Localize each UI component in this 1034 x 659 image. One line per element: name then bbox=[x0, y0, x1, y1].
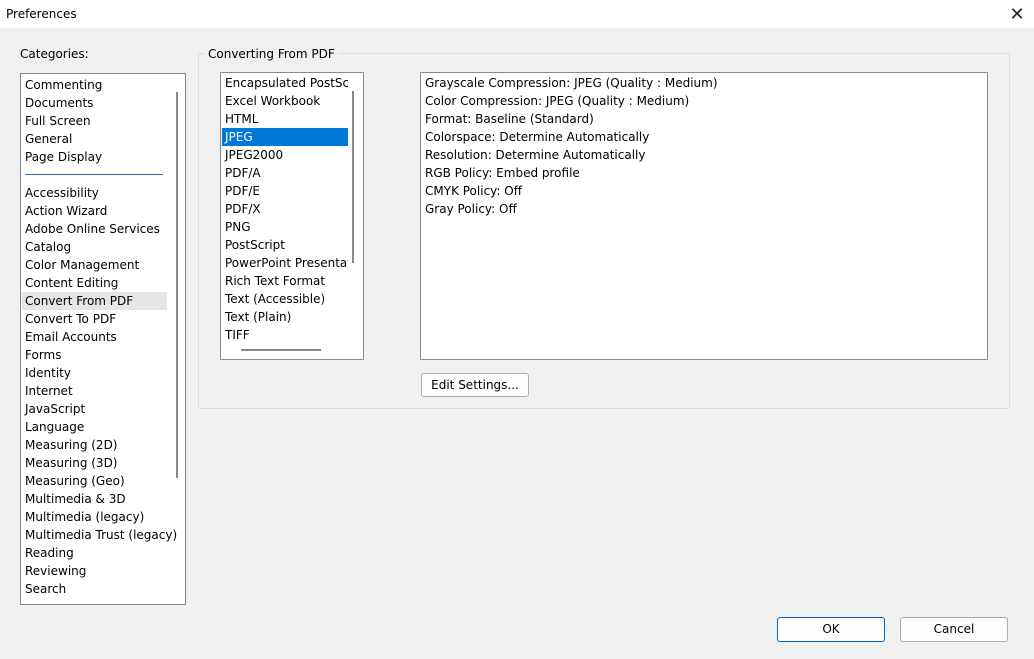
format-item[interactable]: Excel Workbook bbox=[222, 92, 348, 110]
category-item[interactable]: Email Accounts bbox=[25, 328, 117, 346]
format-item[interactable]: JPEG bbox=[222, 128, 348, 146]
category-item[interactable]: Convert From PDF bbox=[22, 292, 167, 310]
category-item[interactable]: Commenting bbox=[25, 76, 102, 94]
group-title: Converting From PDF bbox=[205, 47, 338, 61]
title-bar: Preferences ✕ bbox=[0, 0, 1034, 28]
setting-line: Color Compression: JPEG (Quality : Mediu… bbox=[425, 94, 690, 108]
category-item[interactable]: Multimedia Trust (legacy) bbox=[25, 526, 177, 544]
setting-line: Gray Policy: Off bbox=[425, 202, 517, 216]
categories-scrollbar[interactable] bbox=[176, 92, 178, 478]
format-item[interactable]: Encapsulated PostScript bbox=[222, 74, 348, 92]
format-item[interactable]: JPEG2000 bbox=[222, 146, 348, 164]
format-item[interactable]: Text (Accessible) bbox=[222, 290, 348, 308]
category-item[interactable]: Measuring (Geo) bbox=[25, 472, 125, 490]
setting-line: Grayscale Compression: JPEG (Quality : M… bbox=[425, 76, 718, 90]
category-item[interactable]: Forms bbox=[25, 346, 61, 364]
format-item[interactable]: TIFF bbox=[222, 326, 348, 344]
setting-line: Resolution: Determine Automatically bbox=[425, 148, 646, 162]
category-item[interactable]: Documents bbox=[25, 94, 93, 112]
category-item[interactable]: Multimedia & 3D bbox=[25, 490, 126, 508]
category-item[interactable]: Content Editing bbox=[25, 274, 118, 292]
category-item[interactable]: Page Display bbox=[25, 148, 102, 166]
format-item[interactable]: PDF/E bbox=[222, 182, 348, 200]
close-icon[interactable]: ✕ bbox=[1000, 0, 1034, 28]
category-item[interactable]: Convert To PDF bbox=[25, 310, 116, 328]
category-item[interactable]: Color Management bbox=[25, 256, 139, 274]
setting-line: Colorspace: Determine Automatically bbox=[425, 130, 650, 144]
window-title: Preferences bbox=[6, 7, 77, 21]
setting-line: Format: Baseline (Standard) bbox=[425, 112, 594, 126]
format-item[interactable]: PDF/A bbox=[222, 164, 348, 182]
categories-label: Categories: bbox=[20, 47, 89, 61]
format-item[interactable]: HTML bbox=[222, 110, 348, 128]
category-item[interactable]: Measuring (2D) bbox=[25, 436, 118, 454]
category-item[interactable]: Full Screen bbox=[25, 112, 91, 130]
format-item[interactable]: Rich Text Format bbox=[222, 272, 348, 290]
category-item[interactable]: Language bbox=[25, 418, 84, 436]
format-item[interactable]: PowerPoint Presentation bbox=[222, 254, 348, 272]
edit-settings-button[interactable]: Edit Settings... bbox=[421, 373, 529, 397]
settings-description-box: Grayscale Compression: JPEG (Quality : M… bbox=[420, 72, 988, 360]
category-item[interactable]: Catalog bbox=[25, 238, 71, 256]
category-item[interactable]: Identity bbox=[25, 364, 71, 382]
format-item[interactable]: PNG bbox=[222, 218, 348, 236]
category-item[interactable]: Reading bbox=[25, 544, 74, 562]
cancel-button[interactable]: Cancel bbox=[900, 617, 1008, 642]
category-item[interactable]: General bbox=[25, 130, 72, 148]
setting-line: CMYK Policy: Off bbox=[425, 184, 522, 198]
category-item[interactable]: Adobe Online Services bbox=[25, 220, 160, 238]
format-item[interactable]: Text (Plain) bbox=[222, 308, 348, 326]
category-item[interactable]: Measuring (3D) bbox=[25, 454, 118, 472]
format-list-vscrollbar[interactable] bbox=[352, 91, 354, 263]
categories-list[interactable]: Commenting Documents Full Screen General Pag… bbox=[20, 73, 186, 605]
format-item[interactable]: PDF/X bbox=[222, 200, 348, 218]
setting-line: RGB Policy: Embed profile bbox=[425, 166, 580, 180]
format-item[interactable]: PostScript bbox=[222, 236, 348, 254]
category-separator bbox=[25, 174, 163, 175]
category-item[interactable]: Search bbox=[25, 580, 66, 598]
ok-button[interactable]: OK bbox=[777, 617, 885, 642]
category-item[interactable]: Accessibility bbox=[25, 184, 99, 202]
category-item[interactable]: Action Wizard bbox=[25, 202, 107, 220]
category-item[interactable]: Reviewing bbox=[25, 562, 86, 580]
format-list[interactable]: Encapsulated PostScriptExcel WorkbookHTM… bbox=[220, 72, 364, 360]
format-list-hscrollbar[interactable] bbox=[241, 349, 321, 351]
category-item[interactable]: Multimedia (legacy) bbox=[25, 508, 144, 526]
category-item[interactable]: JavaScript bbox=[25, 400, 85, 418]
category-item[interactable]: Internet bbox=[25, 382, 73, 400]
